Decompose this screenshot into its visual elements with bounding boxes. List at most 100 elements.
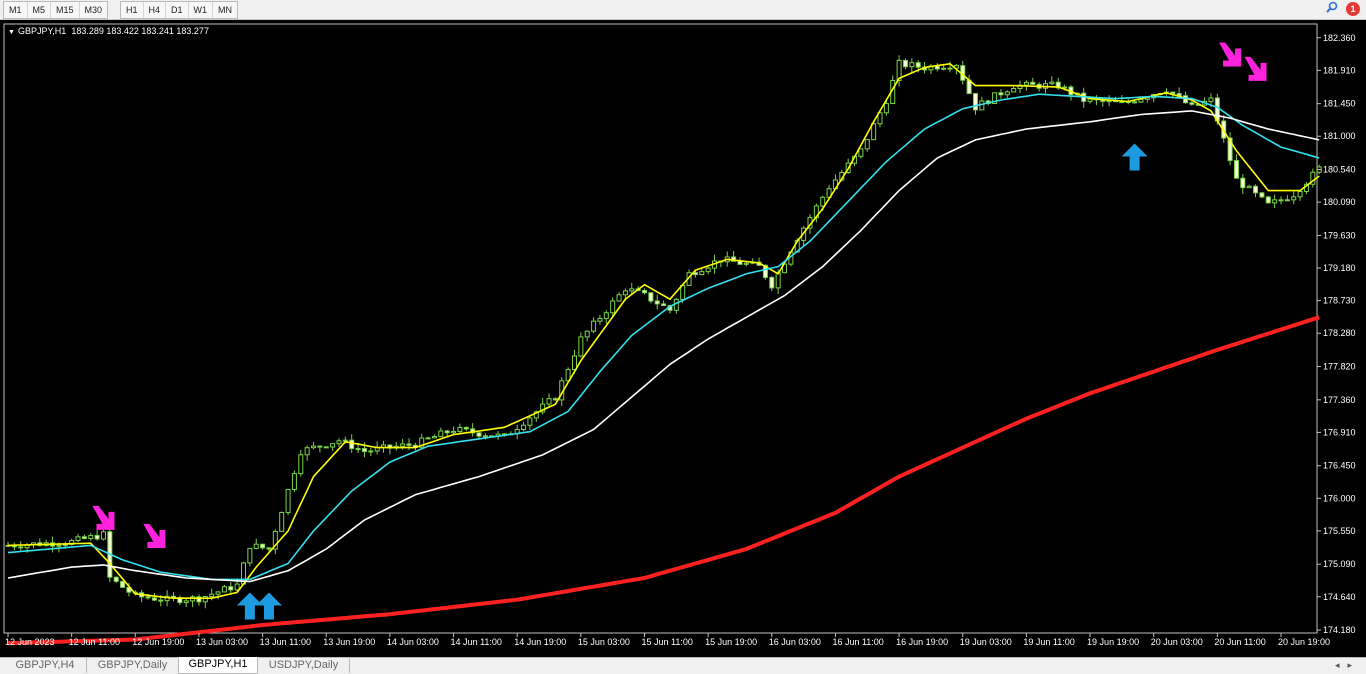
candle-body	[323, 446, 329, 449]
candle-body	[1297, 190, 1303, 198]
price-tick-label: 178.730	[1323, 296, 1356, 306]
price-tick-label: 180.540	[1323, 165, 1356, 175]
candle-body	[355, 448, 361, 451]
candle-body	[883, 103, 889, 114]
candle-body	[1030, 81, 1036, 85]
candle-body	[1023, 81, 1029, 86]
candle-body	[151, 597, 157, 601]
candle-body	[552, 398, 558, 401]
candle-body	[228, 586, 234, 591]
candle-body	[1259, 192, 1265, 198]
timeframe-d1-button[interactable]: D1	[165, 2, 188, 18]
candle-body	[1208, 97, 1214, 102]
candle-body	[584, 330, 590, 338]
chart-frame	[3, 23, 1318, 634]
timeframe-m1-button[interactable]: M1	[4, 2, 27, 18]
candle-body	[622, 290, 628, 296]
candle-body	[1272, 199, 1278, 204]
price-chart[interactable]: 182.360 181.910 181.450 181.000 180.540 180.0…	[0, 20, 1366, 657]
timeframe-h4-button[interactable]: H4	[142, 2, 166, 18]
candle-body	[1284, 199, 1290, 202]
price-tick-label: 181.450	[1323, 99, 1356, 109]
tab-usdjpy-daily[interactable]: USDJPY,Daily	[258, 658, 350, 673]
candle-body	[444, 430, 450, 434]
candle-body	[438, 430, 444, 438]
sell-arrow-icon	[143, 524, 166, 548]
candle-body	[406, 443, 412, 446]
candle-body	[527, 417, 533, 426]
tab-gbpjpy-h4[interactable]: GBPJPY,H4	[4, 658, 87, 673]
candle-body	[1049, 81, 1055, 85]
candle-body	[521, 424, 527, 431]
price-tick-label: 181.000	[1323, 131, 1356, 141]
candle-body	[1291, 196, 1297, 201]
notification-badge[interactable]: 1	[1346, 2, 1360, 16]
timeframe-m5-button[interactable]: M5	[26, 2, 51, 18]
candle-body	[871, 123, 877, 141]
price-tick-label: 174.180	[1323, 625, 1356, 635]
candle-body	[603, 312, 609, 319]
candle-body	[349, 439, 355, 450]
candle-body	[311, 445, 317, 449]
candle-body	[743, 262, 749, 265]
tab-gbpjpy-daily[interactable]: GBPJPY,Daily	[87, 658, 179, 673]
candle-body	[616, 294, 622, 302]
candle-body	[482, 435, 488, 438]
timeframe-m15-button[interactable]: M15	[50, 2, 79, 18]
tab-scroll-arrows[interactable]: ◂▸	[1335, 658, 1360, 673]
time-tick-label: 20 Jun 03:00	[1151, 637, 1203, 647]
candle-body	[909, 62, 915, 68]
candle-body	[610, 300, 616, 314]
candle-body	[209, 593, 215, 597]
buy-arrow-icon	[255, 592, 282, 620]
price-tick-label: 175.090	[1323, 559, 1356, 569]
price-tick-label: 178.280	[1323, 328, 1356, 338]
candle-body	[578, 336, 584, 357]
candle-body	[145, 596, 151, 599]
time-tick-label: 12 Jun 11:00	[69, 637, 120, 647]
time-tick-label: 19 Jun 03:00	[960, 637, 1012, 647]
candle-body	[215, 591, 221, 595]
candle-body	[1062, 86, 1068, 89]
candle-body	[247, 547, 253, 564]
candle-body	[298, 454, 304, 475]
candle-body	[100, 531, 106, 540]
candle-body	[1132, 101, 1138, 104]
timeframe-h1-button[interactable]: H1	[121, 2, 143, 18]
candle-body	[183, 600, 189, 604]
collapse-triangle-icon[interactable]: ▼	[8, 29, 15, 36]
candle-body	[1233, 160, 1239, 179]
chart-canvas: 182.360 181.910 181.450 181.000 180.540 180.0…	[3, 23, 1356, 647]
symbol-name: GBPJPY,H1	[17, 26, 67, 36]
chart-symbol-header: ▼ GBPJPY,H1 183.289 183.422 183.241 183.2…	[8, 26, 209, 36]
candle-body	[642, 290, 647, 294]
candle-body	[1011, 88, 1017, 93]
candle-body	[451, 430, 457, 434]
candle-body	[648, 292, 654, 302]
timeframe-m30-button[interactable]: M30	[78, 2, 108, 18]
chart-tabs-bar: GBPJPY,H4 GBPJPY,Daily GBPJPY,H1 USDJPY,…	[0, 657, 1366, 674]
buy-arrow-icon	[236, 592, 263, 620]
candle-body	[88, 534, 94, 540]
timeframe-w1-button[interactable]: W1	[187, 2, 213, 18]
candle-body	[629, 288, 635, 292]
time-tick-label: 14 Jun 11:00	[451, 637, 502, 647]
price-tick-label: 180.090	[1323, 197, 1356, 207]
candle-body	[1253, 185, 1259, 194]
time-tick-label: 13 Jun 19:00	[323, 637, 375, 647]
time-tick-label: 13 Jun 11:00	[260, 637, 311, 647]
candle-body	[972, 93, 978, 111]
candle-body	[902, 59, 908, 68]
candle-body	[279, 512, 285, 532]
price-tick-label: 174.640	[1323, 592, 1356, 602]
search-icon[interactable]	[1326, 0, 1338, 18]
moving-average-line-1	[7, 62, 1320, 600]
candle-body	[661, 303, 667, 307]
timeframe-mn-button[interactable]: MN	[212, 2, 237, 18]
candle-body	[158, 599, 164, 602]
candle-body	[699, 271, 705, 276]
time-axis: 12 Jun 2023 12 Jun 11:00 12 Jun 19:00 13 Ju…	[5, 633, 1330, 647]
tab-gbpjpy-h1[interactable]: GBPJPY,H1	[178, 657, 258, 674]
signal-arrows-layer	[92, 42, 1267, 620]
candle-body	[336, 440, 342, 445]
